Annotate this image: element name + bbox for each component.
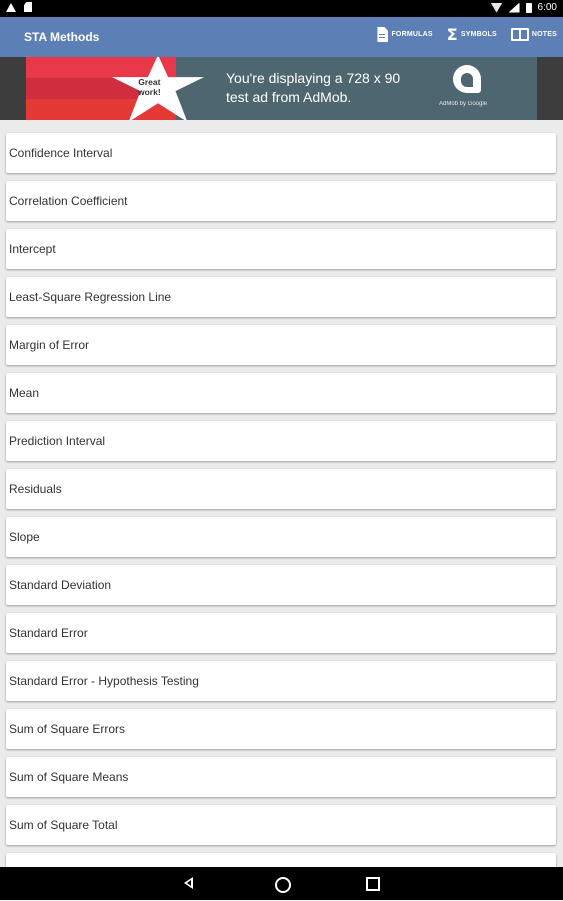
notes-label: NOTES [531, 31, 557, 38]
list-item-label: Prediction Interval [9, 434, 106, 448]
list-item[interactable]: Standard Deviation [6, 565, 556, 605]
list-item[interactable]: Correlation Coefficient [6, 181, 556, 221]
back-icon[interactable] [184, 877, 193, 889]
list-item-label: Confidence Interval [9, 146, 113, 160]
list-item-label: Standard Error - Hypothesis Testing [9, 674, 199, 688]
list-item[interactable]: Intercept [6, 229, 556, 269]
ad-message: You're displaying a 728 x 90 test ad fro… [226, 69, 400, 107]
file-icon [377, 27, 389, 42]
list-item[interactable]: Residuals [6, 469, 556, 509]
ad-badge-line1: Great [138, 77, 161, 87]
list-item-label: Correlation Coefficient [9, 194, 128, 208]
list-item[interactable]: Sum of Square Errors [6, 709, 556, 749]
list-item-label: Sum of Square Means [9, 770, 129, 784]
list-item-label: Sum of Square Total [9, 818, 118, 832]
list-item-label: Sum of Square Errors [9, 722, 126, 736]
admob-caption: AdMob by Google [439, 101, 488, 107]
admob-logo-icon [453, 65, 481, 93]
warning-icon [6, 2, 16, 12]
list-item[interactable]: Sum of Square Total [6, 805, 556, 845]
sigma-icon: Σ [446, 24, 458, 44]
ad-banner-container: Great work! You're displaying a 728 x 90… [0, 57, 563, 120]
list-item[interactable]: Standard Error - Hypothesis Testing [6, 661, 556, 701]
formulas-button[interactable]: FORMULAS [377, 27, 433, 42]
symbols-button[interactable]: Σ SYMBOLS [446, 24, 497, 44]
list-item-label: Margin of Error [9, 338, 90, 352]
list-item[interactable]: Margin of Error [6, 325, 556, 365]
notes-button[interactable]: NOTES [510, 28, 557, 41]
list-item-label: Least-Square Regression Line [9, 290, 172, 304]
home-icon[interactable] [275, 877, 291, 893]
list-item-label: Intercept [9, 242, 56, 256]
list-item[interactable]: Confidence Interval [6, 133, 556, 173]
sd-card-icon [24, 2, 32, 12]
list-item[interactable]: Slope [6, 517, 556, 557]
list-item[interactable]: Mean [6, 373, 556, 413]
methods-list: Confidence Interval Correlation Coeffici… [6, 133, 556, 901]
app-toolbar: STA Methods FORMULAS Σ SYMBOLS NOTES [0, 17, 563, 57]
list-item-label: Standard Error [9, 626, 88, 640]
clock: 6:00 [537, 2, 557, 13]
navigation-bar [0, 867, 563, 900]
list-item-label: Residuals [9, 482, 62, 496]
ad-badge-line2: work! [138, 87, 161, 97]
list-item-label: Slope [9, 530, 40, 544]
recent-apps-icon[interactable] [366, 877, 380, 891]
battery-icon [525, 2, 532, 13]
ad-message-line1: You're displaying a 728 x 90 [226, 70, 401, 86]
list-item-label: Mean [9, 386, 40, 400]
ad-banner[interactable]: Great work! You're displaying a 728 x 90… [26, 57, 537, 120]
status-bar: 6:00 [0, 0, 563, 17]
list-item[interactable]: Standard Error [6, 613, 556, 653]
list-item[interactable]: Prediction Interval [6, 421, 556, 461]
book-icon [510, 28, 529, 41]
list-item[interactable]: Least-Square Regression Line [6, 277, 556, 317]
wifi-icon [490, 2, 503, 13]
formulas-label: FORMULAS [391, 31, 433, 38]
symbols-label: SYMBOLS [460, 31, 497, 38]
signal-icon [508, 2, 520, 13]
ad-badge-text: Great work! [138, 77, 161, 97]
ad-message-line2: test ad from AdMob. [226, 89, 352, 105]
list-item-label: Standard Deviation [9, 578, 112, 592]
app-title: STA Methods [24, 30, 100, 44]
list-item[interactable]: Sum of Square Means [6, 757, 556, 797]
